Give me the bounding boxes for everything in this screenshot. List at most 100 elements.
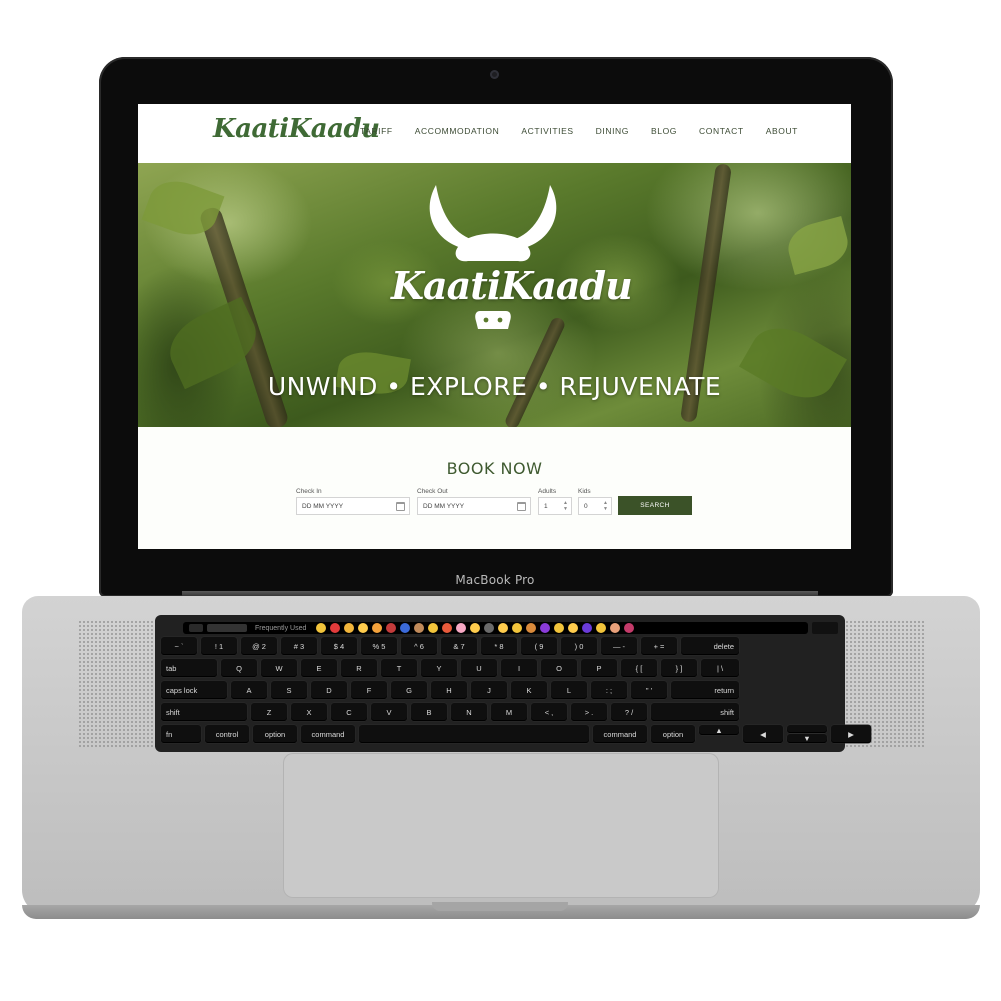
emoji-icon[interactable]: [512, 623, 523, 633]
nav-about[interactable]: ABOUT: [766, 126, 798, 136]
emoji-icon[interactable]: [526, 623, 537, 633]
key-right-bracket[interactable]: } ]: [661, 659, 697, 677]
key-0[interactable]: ) 0: [561, 637, 597, 655]
emoji-icon[interactable]: [610, 623, 621, 633]
key-d[interactable]: D: [311, 681, 347, 699]
key-4[interactable]: $ 4: [321, 637, 357, 655]
key-command-right[interactable]: command: [593, 725, 647, 743]
key-command-left[interactable]: command: [301, 725, 355, 743]
key-l[interactable]: L: [551, 681, 587, 699]
adults-stepper[interactable]: 1 ▲ ▼: [538, 497, 572, 515]
kids-stepper[interactable]: 0 ▲ ▼: [578, 497, 612, 515]
touchbar-esc-key[interactable]: [189, 624, 203, 632]
trackpad[interactable]: [283, 753, 719, 898]
emoji-icon[interactable]: [344, 623, 355, 633]
key-s[interactable]: S: [271, 681, 307, 699]
key-backtick[interactable]: ~ `: [161, 637, 197, 655]
key-x[interactable]: X: [291, 703, 327, 721]
touch-bar[interactable]: Frequently Used: [183, 622, 808, 634]
key-k[interactable]: K: [511, 681, 547, 699]
key-delete[interactable]: delete: [681, 637, 739, 655]
key-option-right[interactable]: option: [651, 725, 695, 743]
key-semicolon[interactable]: : ;: [591, 681, 627, 699]
key-u[interactable]: U: [461, 659, 497, 677]
emoji-icon[interactable]: [386, 623, 397, 633]
touch-id-button[interactable]: [812, 622, 838, 634]
key-t[interactable]: T: [381, 659, 417, 677]
key-2[interactable]: @ 2: [241, 637, 277, 655]
key-1[interactable]: ! 1: [201, 637, 237, 655]
key-arrow-left[interactable]: ◀: [743, 725, 783, 743]
key-7[interactable]: & 7: [441, 637, 477, 655]
key-h[interactable]: H: [431, 681, 467, 699]
key-shift-left[interactable]: shift: [161, 703, 247, 721]
key-quote[interactable]: " ': [631, 681, 667, 699]
emoji-icon[interactable]: [372, 623, 383, 633]
key-o[interactable]: O: [541, 659, 577, 677]
emoji-icon[interactable]: [582, 623, 593, 633]
key-arrow-up-small[interactable]: [787, 725, 827, 733]
key-b[interactable]: B: [411, 703, 447, 721]
stepper-arrows-icon[interactable]: ▲ ▼: [563, 500, 568, 512]
key-9[interactable]: ( 9: [521, 637, 557, 655]
check-out-field[interactable]: DD MM YYYY: [417, 497, 531, 515]
key-minus[interactable]: — -: [601, 637, 637, 655]
key-shift-right[interactable]: shift: [651, 703, 739, 721]
emoji-icon[interactable]: [414, 623, 425, 633]
emoji-icon[interactable]: [624, 623, 635, 633]
site-logo[interactable]: KaatiKaadu: [213, 114, 380, 144]
key-z[interactable]: Z: [251, 703, 287, 721]
key-q[interactable]: Q: [221, 659, 257, 677]
key-control[interactable]: control: [205, 725, 249, 743]
key-a[interactable]: A: [231, 681, 267, 699]
key-slash[interactable]: ? /: [611, 703, 647, 721]
key-w[interactable]: W: [261, 659, 297, 677]
emoji-icon[interactable]: [470, 623, 481, 633]
calendar-icon[interactable]: [517, 502, 526, 511]
key-v[interactable]: V: [371, 703, 407, 721]
emoji-icon[interactable]: [400, 623, 411, 633]
key-f[interactable]: F: [351, 681, 387, 699]
calendar-icon[interactable]: [396, 502, 405, 511]
key-5[interactable]: % 5: [361, 637, 397, 655]
key-e[interactable]: E: [301, 659, 337, 677]
nav-accommodation[interactable]: ACCOMMODATION: [415, 126, 500, 136]
key-i[interactable]: I: [501, 659, 537, 677]
key-left-bracket[interactable]: { [: [621, 659, 657, 677]
key-tab[interactable]: tab: [161, 659, 217, 677]
nav-contact[interactable]: CONTACT: [699, 126, 744, 136]
key-period[interactable]: > .: [571, 703, 607, 721]
nav-dining[interactable]: DINING: [596, 126, 629, 136]
check-in-field[interactable]: DD MM YYYY: [296, 497, 410, 515]
key-r[interactable]: R: [341, 659, 377, 677]
key-n[interactable]: N: [451, 703, 487, 721]
key-c[interactable]: C: [331, 703, 367, 721]
emoji-icon[interactable]: [456, 623, 467, 633]
emoji-icon[interactable]: [316, 623, 327, 633]
nav-blog[interactable]: BLOG: [651, 126, 677, 136]
nav-activities[interactable]: ACTIVITIES: [521, 126, 573, 136]
stepper-arrows-icon[interactable]: ▲ ▼: [603, 500, 608, 512]
emoji-icon[interactable]: [428, 623, 439, 633]
emoji-icon[interactable]: [568, 623, 579, 633]
emoji-icon[interactable]: [484, 623, 495, 633]
emoji-icon[interactable]: [358, 623, 369, 633]
emoji-icon[interactable]: [498, 623, 509, 633]
key-space[interactable]: [359, 725, 589, 743]
key-backslash[interactable]: | \: [701, 659, 739, 677]
key-arrow-down[interactable]: ▼: [787, 734, 827, 743]
key-comma[interactable]: < ,: [531, 703, 567, 721]
key-8[interactable]: * 8: [481, 637, 517, 655]
touchbar-emoji-toggle[interactable]: [207, 624, 247, 632]
key-6[interactable]: ^ 6: [401, 637, 437, 655]
emoji-icon[interactable]: [330, 623, 341, 633]
emoji-icon[interactable]: [540, 623, 551, 633]
key-arrow-right[interactable]: ▶: [831, 725, 871, 743]
key-g[interactable]: G: [391, 681, 427, 699]
key-m[interactable]: M: [491, 703, 527, 721]
nav-tariff[interactable]: TARIFF: [360, 126, 393, 136]
key-y[interactable]: Y: [421, 659, 457, 677]
key-fn[interactable]: fn: [161, 725, 201, 743]
key-caps-lock[interactable]: caps lock: [161, 681, 227, 699]
key-arrow-up[interactable]: ▲: [699, 725, 739, 735]
